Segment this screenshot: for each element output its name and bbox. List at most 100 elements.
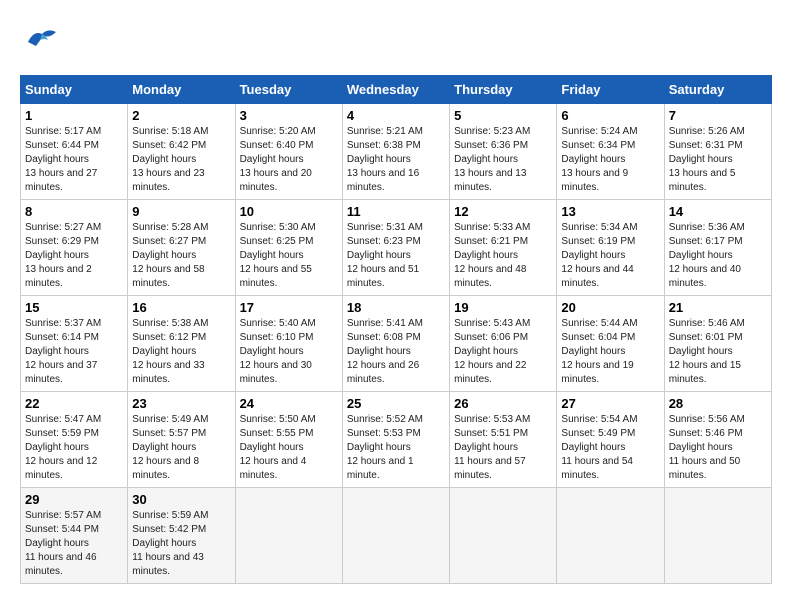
day-number: 26: [454, 396, 552, 411]
logo-icon: [20, 20, 60, 60]
calendar-week-1: 1 Sunrise: 5:17 AM Sunset: 6:44 PM Dayli…: [21, 104, 772, 200]
day-number: 8: [25, 204, 123, 219]
header-wednesday: Wednesday: [342, 76, 449, 104]
day-detail: Sunrise: 5:43 AM Sunset: 6:06 PM Dayligh…: [454, 317, 552, 387]
header-saturday: Saturday: [664, 76, 771, 104]
day-detail: Sunrise: 5:36 AM Sunset: 6:17 PM Dayligh…: [669, 221, 767, 291]
day-number: 10: [240, 204, 338, 219]
calendar-day: 14 Sunrise: 5:36 AM Sunset: 6:17 PM Dayl…: [664, 200, 771, 296]
day-number: 6: [561, 108, 659, 123]
day-detail: Sunrise: 5:56 AM Sunset: 5:46 PM Dayligh…: [669, 413, 767, 483]
day-detail: Sunrise: 5:23 AM Sunset: 6:36 PM Dayligh…: [454, 125, 552, 195]
day-number: 29: [25, 492, 123, 507]
day-detail: Sunrise: 5:24 AM Sunset: 6:34 PM Dayligh…: [561, 125, 659, 195]
calendar-day: 11 Sunrise: 5:31 AM Sunset: 6:23 PM Dayl…: [342, 200, 449, 296]
day-number: 18: [347, 300, 445, 315]
day-detail: Sunrise: 5:20 AM Sunset: 6:40 PM Dayligh…: [240, 125, 338, 195]
calendar-day: [235, 488, 342, 584]
header-thursday: Thursday: [450, 76, 557, 104]
page-header: [20, 20, 772, 65]
day-detail: Sunrise: 5:41 AM Sunset: 6:08 PM Dayligh…: [347, 317, 445, 387]
calendar-day: 20 Sunrise: 5:44 AM Sunset: 6:04 PM Dayl…: [557, 296, 664, 392]
calendar-day: 23 Sunrise: 5:49 AM Sunset: 5:57 PM Dayl…: [128, 392, 235, 488]
calendar-day: 15 Sunrise: 5:37 AM Sunset: 6:14 PM Dayl…: [21, 296, 128, 392]
day-detail: Sunrise: 5:33 AM Sunset: 6:21 PM Dayligh…: [454, 221, 552, 291]
day-number: 3: [240, 108, 338, 123]
calendar-day: 2 Sunrise: 5:18 AM Sunset: 6:42 PM Dayli…: [128, 104, 235, 200]
calendar-day: [450, 488, 557, 584]
calendar-day: [342, 488, 449, 584]
day-number: 21: [669, 300, 767, 315]
day-detail: Sunrise: 5:37 AM Sunset: 6:14 PM Dayligh…: [25, 317, 123, 387]
day-detail: Sunrise: 5:28 AM Sunset: 6:27 PM Dayligh…: [132, 221, 230, 291]
day-number: 19: [454, 300, 552, 315]
day-number: 25: [347, 396, 445, 411]
calendar-day: 10 Sunrise: 5:30 AM Sunset: 6:25 PM Dayl…: [235, 200, 342, 296]
calendar-table: SundayMondayTuesdayWednesdayThursdayFrid…: [20, 75, 772, 584]
calendar-week-4: 22 Sunrise: 5:47 AM Sunset: 5:59 PM Dayl…: [21, 392, 772, 488]
calendar-week-3: 15 Sunrise: 5:37 AM Sunset: 6:14 PM Dayl…: [21, 296, 772, 392]
header-tuesday: Tuesday: [235, 76, 342, 104]
day-number: 27: [561, 396, 659, 411]
day-number: 17: [240, 300, 338, 315]
day-detail: Sunrise: 5:54 AM Sunset: 5:49 PM Dayligh…: [561, 413, 659, 483]
day-number: 9: [132, 204, 230, 219]
calendar-day: 30 Sunrise: 5:59 AM Sunset: 5:42 PM Dayl…: [128, 488, 235, 584]
day-detail: Sunrise: 5:30 AM Sunset: 6:25 PM Dayligh…: [240, 221, 338, 291]
day-detail: Sunrise: 5:34 AM Sunset: 6:19 PM Dayligh…: [561, 221, 659, 291]
day-detail: Sunrise: 5:50 AM Sunset: 5:55 PM Dayligh…: [240, 413, 338, 483]
day-number: 20: [561, 300, 659, 315]
calendar-day: 29 Sunrise: 5:57 AM Sunset: 5:44 PM Dayl…: [21, 488, 128, 584]
day-number: 22: [25, 396, 123, 411]
calendar-week-2: 8 Sunrise: 5:27 AM Sunset: 6:29 PM Dayli…: [21, 200, 772, 296]
day-detail: Sunrise: 5:59 AM Sunset: 5:42 PM Dayligh…: [132, 509, 230, 579]
calendar-day: 13 Sunrise: 5:34 AM Sunset: 6:19 PM Dayl…: [557, 200, 664, 296]
day-number: 2: [132, 108, 230, 123]
header-friday: Friday: [557, 76, 664, 104]
day-number: 30: [132, 492, 230, 507]
day-number: 1: [25, 108, 123, 123]
calendar-day: 1 Sunrise: 5:17 AM Sunset: 6:44 PM Dayli…: [21, 104, 128, 200]
day-number: 16: [132, 300, 230, 315]
day-number: 12: [454, 204, 552, 219]
calendar-day: 24 Sunrise: 5:50 AM Sunset: 5:55 PM Dayl…: [235, 392, 342, 488]
calendar-day: 7 Sunrise: 5:26 AM Sunset: 6:31 PM Dayli…: [664, 104, 771, 200]
day-detail: Sunrise: 5:52 AM Sunset: 5:53 PM Dayligh…: [347, 413, 445, 483]
calendar-day: 12 Sunrise: 5:33 AM Sunset: 6:21 PM Dayl…: [450, 200, 557, 296]
calendar-week-5: 29 Sunrise: 5:57 AM Sunset: 5:44 PM Dayl…: [21, 488, 772, 584]
calendar-day: 26 Sunrise: 5:53 AM Sunset: 5:51 PM Dayl…: [450, 392, 557, 488]
calendar-day: 28 Sunrise: 5:56 AM Sunset: 5:46 PM Dayl…: [664, 392, 771, 488]
day-detail: Sunrise: 5:40 AM Sunset: 6:10 PM Dayligh…: [240, 317, 338, 387]
day-detail: Sunrise: 5:38 AM Sunset: 6:12 PM Dayligh…: [132, 317, 230, 387]
calendar-day: 16 Sunrise: 5:38 AM Sunset: 6:12 PM Dayl…: [128, 296, 235, 392]
day-detail: Sunrise: 5:57 AM Sunset: 5:44 PM Dayligh…: [25, 509, 123, 579]
day-detail: Sunrise: 5:44 AM Sunset: 6:04 PM Dayligh…: [561, 317, 659, 387]
day-detail: Sunrise: 5:26 AM Sunset: 6:31 PM Dayligh…: [669, 125, 767, 195]
day-detail: Sunrise: 5:49 AM Sunset: 5:57 PM Dayligh…: [132, 413, 230, 483]
day-number: 7: [669, 108, 767, 123]
day-number: 14: [669, 204, 767, 219]
day-number: 4: [347, 108, 445, 123]
day-number: 28: [669, 396, 767, 411]
day-number: 13: [561, 204, 659, 219]
calendar-header-row: SundayMondayTuesdayWednesdayThursdayFrid…: [21, 76, 772, 104]
day-detail: Sunrise: 5:46 AM Sunset: 6:01 PM Dayligh…: [669, 317, 767, 387]
calendar-day: 3 Sunrise: 5:20 AM Sunset: 6:40 PM Dayli…: [235, 104, 342, 200]
calendar-day: 8 Sunrise: 5:27 AM Sunset: 6:29 PM Dayli…: [21, 200, 128, 296]
calendar-day: 25 Sunrise: 5:52 AM Sunset: 5:53 PM Dayl…: [342, 392, 449, 488]
calendar-day: [557, 488, 664, 584]
header-sunday: Sunday: [21, 76, 128, 104]
day-detail: Sunrise: 5:27 AM Sunset: 6:29 PM Dayligh…: [25, 221, 123, 291]
day-detail: Sunrise: 5:47 AM Sunset: 5:59 PM Dayligh…: [25, 413, 123, 483]
calendar-day: 6 Sunrise: 5:24 AM Sunset: 6:34 PM Dayli…: [557, 104, 664, 200]
day-detail: Sunrise: 5:18 AM Sunset: 6:42 PM Dayligh…: [132, 125, 230, 195]
calendar-day: 4 Sunrise: 5:21 AM Sunset: 6:38 PM Dayli…: [342, 104, 449, 200]
day-detail: Sunrise: 5:31 AM Sunset: 6:23 PM Dayligh…: [347, 221, 445, 291]
day-number: 23: [132, 396, 230, 411]
logo: [20, 20, 64, 65]
header-monday: Monday: [128, 76, 235, 104]
calendar-day: 27 Sunrise: 5:54 AM Sunset: 5:49 PM Dayl…: [557, 392, 664, 488]
calendar-day: 19 Sunrise: 5:43 AM Sunset: 6:06 PM Dayl…: [450, 296, 557, 392]
day-number: 5: [454, 108, 552, 123]
calendar-day: 17 Sunrise: 5:40 AM Sunset: 6:10 PM Dayl…: [235, 296, 342, 392]
